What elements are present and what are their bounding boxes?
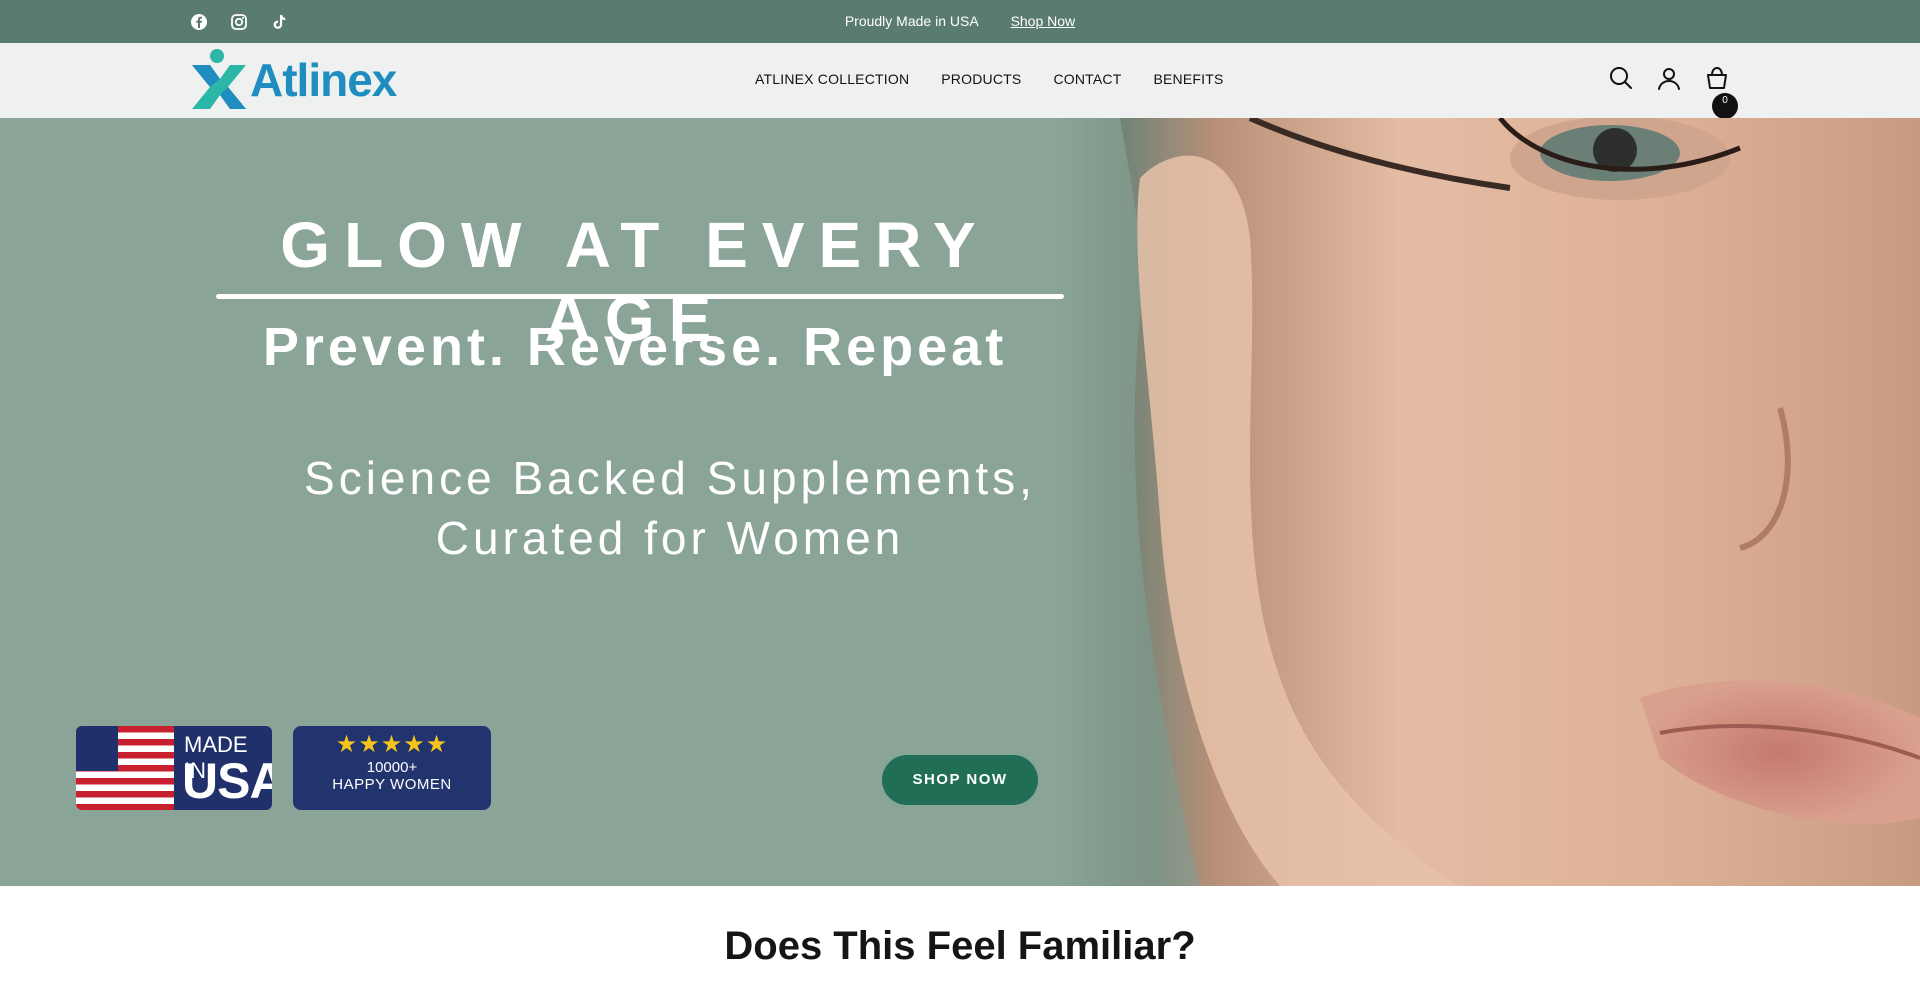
header-actions: 0 xyxy=(1608,65,1738,119)
announcement-text: Proudly Made in USA Shop Now xyxy=(0,13,1920,29)
rating-badge: ★★★★★ 10000+ HAPPY WOMEN xyxy=(293,726,491,810)
shop-now-button[interactable]: SHOP NOW xyxy=(882,755,1038,805)
cart-icon[interactable]: 0 xyxy=(1704,65,1738,119)
main-nav: ATLINEX COLLECTION PRODUCTS CONTACT BENE… xyxy=(755,71,1224,87)
logo-text: Atlinex xyxy=(250,54,397,106)
made-in-usa-badge: MADE IN USA xyxy=(76,726,272,810)
hero-divider xyxy=(216,294,1064,299)
hero-description-line-2: Curated for Women xyxy=(435,512,905,564)
logo-mark-icon xyxy=(192,49,246,109)
rating-count: 10000+ xyxy=(366,759,418,776)
announcement-shop-link[interactable]: Shop Now xyxy=(1011,13,1076,29)
site-header: Atlinex ATLINEX COLLECTION PRODUCTS CONT… xyxy=(0,43,1920,119)
badge-usa-text: USA xyxy=(182,753,272,809)
nav-item-benefits[interactable]: BENEFITS xyxy=(1153,71,1223,87)
rating-stars-icon: ★★★★★ xyxy=(335,731,449,758)
hero-subtitle: Prevent. Reverse. Repeat xyxy=(262,317,1008,377)
nav-item-products[interactable]: PRODUCTS xyxy=(941,71,1021,87)
hero-face-image xyxy=(1120,118,1920,886)
hero-banner: GLOW AT EVERY AGE Prevent. Reverse. Repe… xyxy=(0,118,1920,886)
section-title: Does This Feel Familiar? xyxy=(724,924,1196,968)
logo[interactable]: Atlinex xyxy=(190,47,397,113)
hero-description-line-1: Science Backed Supplements, xyxy=(304,452,1036,504)
announcement-message: Proudly Made in USA xyxy=(844,13,979,29)
hero-description: Science Backed Supplements, Curated for … xyxy=(270,448,1070,568)
nav-item-collection[interactable]: ATLINEX COLLECTION xyxy=(755,71,909,87)
cart-count-badge: 0 xyxy=(1712,93,1738,119)
rating-label: HAPPY WOMEN xyxy=(332,776,452,793)
us-flag-icon xyxy=(76,726,174,810)
nav-item-contact[interactable]: CONTACT xyxy=(1053,71,1121,87)
account-icon[interactable] xyxy=(1656,65,1682,91)
announcement-bar: Proudly Made in USA Shop Now xyxy=(0,0,1920,43)
search-icon[interactable] xyxy=(1608,65,1634,91)
